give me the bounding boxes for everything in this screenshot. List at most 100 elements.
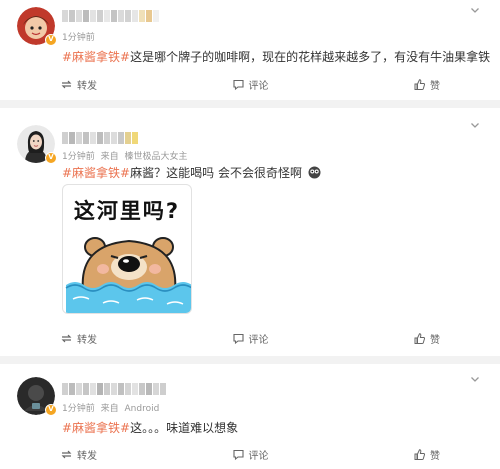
repost-label: 转发 (77, 450, 97, 462)
mosaic-block (62, 132, 68, 144)
comment-button[interactable]: 评论 (215, 76, 285, 92)
comment-meta: 1分钟前 来自 榛世极品大女主 (62, 149, 191, 162)
username-mosaic[interactable] (62, 132, 138, 144)
mosaic-block (125, 10, 131, 22)
verified-v-icon: V (45, 152, 57, 164)
username-mosaic[interactable] (62, 10, 159, 22)
mosaic-block (118, 132, 124, 144)
comment-feed: V 1分钟前 #麻酱拿铁#这是哪个牌子的咖啡啊，现在的花样越来越多了，有没有牛油… (0, 0, 500, 469)
mosaic-block (76, 383, 82, 395)
source-prefix: 来自 (100, 404, 119, 414)
mosaic-block (139, 383, 145, 395)
mosaic-block (146, 383, 152, 395)
comment-text: #麻酱拿铁#这是哪个牌子的咖啡啊，现在的花样越来越多了，有没有牛油果拿铁 (62, 48, 490, 65)
sticker-image[interactable]: 这河里吗? (62, 184, 192, 314)
mosaic-block (160, 383, 166, 395)
comment-meta: 1分钟前 来自 Android (62, 401, 162, 414)
comment-text: #麻酱拿铁#这。。。味道难以想象 (62, 419, 238, 436)
mosaic-block (104, 10, 110, 22)
verified-v-icon: V (45, 404, 57, 416)
comment-label: 评论 (248, 80, 269, 92)
comment-body: 这。。。味道难以想象 (130, 421, 239, 435)
mosaic-block (104, 132, 110, 144)
mosaic-block (125, 132, 131, 144)
comment-body: 麻酱？这能喝吗 会不会很奇怪啊 (130, 166, 302, 180)
like-label: 赞 (430, 334, 440, 346)
repost-icon (61, 450, 72, 458)
repost-label: 转发 (77, 80, 97, 92)
like-button[interactable]: 赞 (370, 446, 440, 462)
comment-icon (232, 79, 244, 90)
thumb-up-icon (414, 448, 426, 460)
mosaic-block (153, 10, 159, 22)
comment-card: V 1分钟前 来自 榛世极品大女主 #麻酱拿铁#麻酱？这能喝吗 会不会很奇怪啊 … (0, 108, 500, 356)
action-bar: 转发 评论 赞 (60, 330, 440, 346)
repost-icon (61, 334, 72, 342)
mosaic-block (111, 383, 117, 395)
like-button[interactable]: 赞 (370, 76, 440, 92)
chevron-down-icon[interactable] (470, 5, 480, 15)
post-time: 1分钟前 (62, 33, 95, 43)
mosaic-block (90, 132, 96, 144)
mosaic-block (132, 10, 138, 22)
like-label: 赞 (430, 450, 440, 462)
thumb-up-icon (414, 332, 426, 344)
topic-link[interactable]: #麻酱拿铁# (62, 166, 130, 180)
mosaic-block (118, 10, 124, 22)
source-name[interactable]: 榛世极品大女主 (125, 152, 188, 162)
source-name[interactable]: Android (125, 404, 160, 414)
mosaic-block (97, 383, 103, 395)
topic-link[interactable]: #麻酱拿铁# (62, 421, 130, 435)
username-mosaic[interactable] (62, 383, 166, 395)
repost-button[interactable]: 转发 (60, 446, 130, 462)
mosaic-block (69, 383, 75, 395)
repost-button[interactable]: 转发 (60, 330, 130, 346)
mosaic-block (83, 132, 89, 144)
mosaic-block (90, 10, 96, 22)
comment-button[interactable]: 评论 (215, 330, 285, 346)
mosaic-block (83, 10, 89, 22)
comment-body: 这是哪个牌子的咖啡啊，现在的花样越来越多了，有没有牛油果拿铁 (130, 50, 491, 64)
source-prefix: 来自 (100, 152, 119, 162)
like-button[interactable]: 赞 (370, 330, 440, 346)
repost-icon (61, 80, 72, 88)
comment-meta: 1分钟前 (62, 30, 98, 43)
comment-button[interactable]: 评论 (215, 446, 285, 462)
repost-label: 转发 (77, 334, 97, 346)
mosaic-block (62, 383, 68, 395)
comment-card: V 1分钟前 #麻酱拿铁#这是哪个牌子的咖啡啊，现在的花样越来越多了，有没有牛油… (0, 0, 500, 100)
mosaic-block (69, 10, 75, 22)
mosaic-block (83, 383, 89, 395)
mosaic-block (132, 132, 138, 144)
post-time: 1分钟前 (62, 152, 95, 162)
repost-button[interactable]: 转发 (60, 76, 130, 92)
comment-icon (232, 449, 244, 460)
mosaic-block (76, 132, 82, 144)
action-bar: 转发 评论 赞 (60, 76, 440, 92)
chevron-down-icon[interactable] (470, 120, 480, 130)
mosaic-block (139, 10, 145, 22)
comment-card: V 1分钟前 来自 Android #麻酱拿铁#这。。。味道难以想象 转发 评论… (0, 364, 500, 469)
action-bar: 转发 评论 赞 (60, 446, 440, 462)
mosaic-block (132, 383, 138, 395)
like-label: 赞 (430, 80, 440, 92)
mosaic-block (111, 10, 117, 22)
comment-icon (232, 333, 244, 344)
thumb-up-icon (414, 78, 426, 90)
mosaic-block (76, 10, 82, 22)
mosaic-block (104, 383, 110, 395)
chevron-down-icon[interactable] (470, 374, 480, 384)
mosaic-block (97, 10, 103, 22)
mosaic-block (97, 132, 103, 144)
comment-label: 评论 (248, 334, 269, 346)
mosaic-block (118, 383, 124, 395)
bear-in-river-illustration (65, 237, 191, 313)
mosaic-block (69, 132, 75, 144)
emoji-icon (308, 166, 321, 179)
mosaic-block (62, 10, 68, 22)
topic-link[interactable]: #麻酱拿铁# (62, 50, 130, 64)
comment-label: 评论 (248, 450, 269, 462)
mosaic-block (90, 383, 96, 395)
mosaic-block (125, 383, 131, 395)
comment-text: #麻酱拿铁#麻酱？这能喝吗 会不会很奇怪啊 (62, 164, 321, 181)
